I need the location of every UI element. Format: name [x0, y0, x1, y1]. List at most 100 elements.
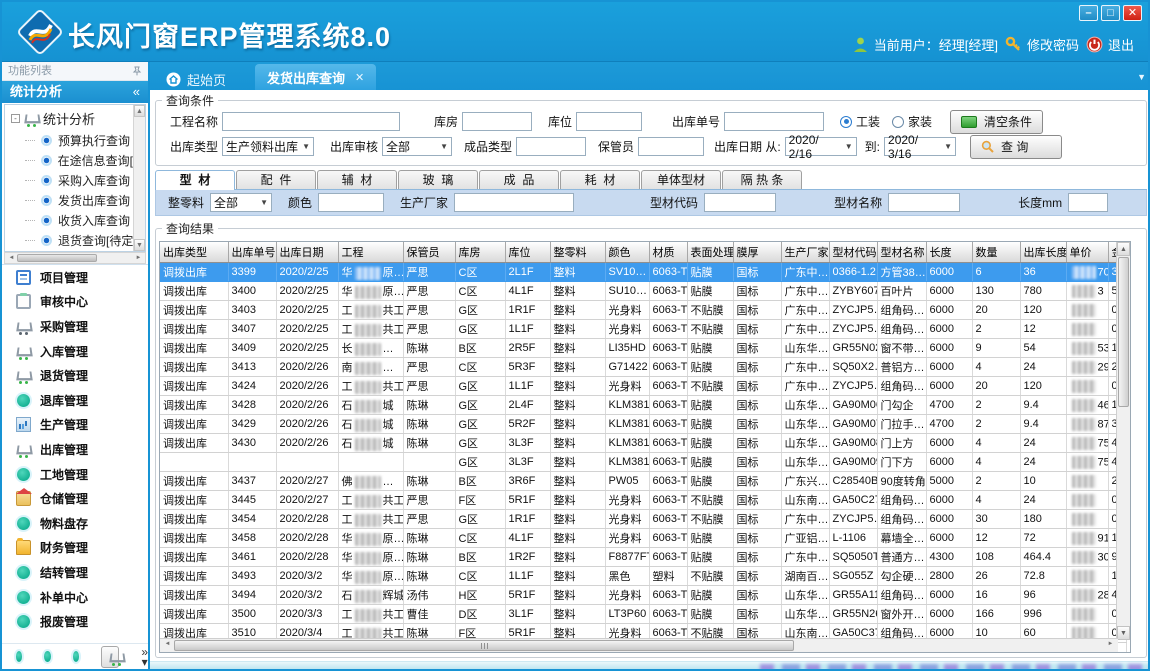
- sidebar-module-退库管理[interactable]: 退库管理: [2, 388, 148, 413]
- scroll-thumb[interactable]: [1118, 257, 1129, 407]
- column-header[interactable]: 出库单号: [228, 242, 276, 263]
- grid-vscrollbar[interactable]: ▲ ▼: [1116, 242, 1130, 640]
- radio-gongzhuang-label[interactable]: 工装: [856, 113, 880, 130]
- scroll-left-icon[interactable]: ◄: [6, 253, 17, 263]
- tree-vscrollbar[interactable]: ▲ ▼: [133, 105, 145, 251]
- close-button[interactable]: ✕: [1123, 5, 1142, 21]
- sidebar-module-物料盘存[interactable]: 物料盘存: [2, 511, 148, 536]
- column-header[interactable]: 膜厚: [733, 242, 781, 263]
- table-row[interactable]: 调拨出库34942020/3/2石辉城汤伟H区5R1F整料光身料6063-T5贴…: [160, 586, 1126, 605]
- material-tab[interactable]: 配 件: [236, 170, 316, 189]
- table-row[interactable]: 调拨出库34242020/2/26工共工程严思G区1L1F整料光身料6063-T…: [160, 377, 1126, 396]
- radio-gongzhuang[interactable]: [840, 116, 852, 128]
- keeper-input[interactable]: [638, 137, 704, 156]
- table-row[interactable]: 调拨出库34302020/2/26石城陈琳G区3L3F整料KLM38176063…: [160, 434, 1126, 453]
- table-row[interactable]: 调拨出库34372020/2/27佛…陈琳B区3R6F整料PW056063-T5…: [160, 472, 1126, 491]
- sidebar-module-审核中心[interactable]: 审核中心: [2, 290, 148, 315]
- logout-button[interactable]: 退出: [1086, 35, 1134, 54]
- tree-item[interactable]: 收货入库查询: [25, 210, 145, 230]
- table-row[interactable]: G区3L3F整料KLM38176063-T5贴膜国标山东华…GA90M09.门下…: [160, 453, 1126, 472]
- sidebar-module-采购管理[interactable]: 采购管理: [2, 314, 148, 339]
- scroll-right-icon[interactable]: ►: [133, 253, 144, 263]
- date-to-select[interactable]: 2020/ 3/16▼: [884, 137, 956, 156]
- material-tab[interactable]: 隔 热 条: [722, 170, 802, 189]
- tab-shipment-query[interactable]: 发货出库查询 ✕: [255, 64, 376, 90]
- column-header[interactable]: 库位: [505, 242, 550, 263]
- minimize-button[interactable]: –: [1079, 5, 1098, 21]
- table-row[interactable]: 调拨出库34612020/2/28华原…陈琳B区1R2F整料F8877FT606…: [160, 548, 1126, 567]
- scroll-down-icon[interactable]: ▼: [134, 239, 145, 251]
- radio-jiazhuang-label[interactable]: 家装: [908, 113, 932, 130]
- overflow-chevron[interactable]: »▾: [141, 647, 148, 667]
- tree-root[interactable]: - 统计分析: [5, 105, 145, 130]
- tree-expander-icon[interactable]: -: [11, 114, 20, 123]
- radio-jiazhuang[interactable]: [892, 116, 904, 128]
- change-password-button[interactable]: 修改密码: [1005, 35, 1079, 54]
- color-input[interactable]: [318, 193, 384, 212]
- column-header[interactable]: 型材代码: [829, 242, 877, 263]
- whole-select[interactable]: 全部▼: [210, 193, 272, 212]
- table-row[interactable]: 调拨出库34132020/2/26南…严思C区5R3F整料G714226063-…: [160, 358, 1126, 377]
- table-row[interactable]: 调拨出库34032020/2/25工共工程严思G区1R1F整料光身料6063-T…: [160, 301, 1126, 320]
- pin-icon[interactable]: [132, 66, 142, 76]
- table-row[interactable]: 调拨出库34452020/2/27工共工程严思F区5R1F整料光身料6063-T…: [160, 491, 1126, 510]
- table-row[interactable]: 调拨出库34932020/3/2华原…陈琳C区1L1F整料黑色塑料不贴膜国标湖南…: [160, 567, 1126, 586]
- tab-overflow-icon[interactable]: ▼: [1137, 72, 1146, 82]
- module-dot-icon[interactable]: [44, 651, 50, 662]
- column-header[interactable]: 生产厂家: [781, 242, 829, 263]
- table-row[interactable]: 调拨出库34542020/2/28工共工程严思G区1R1F整料光身料6063-T…: [160, 510, 1126, 529]
- table-row[interactable]: 调拨出库35002020/3/3工共工程曹佳D区3L1F整料LT3P606063…: [160, 605, 1126, 624]
- table-row[interactable]: 调拨出库33992020/2/25华原…严思C区2L1F整料SV10…6063-…: [160, 263, 1126, 282]
- module-dot-icon[interactable]: [73, 651, 79, 662]
- column-header[interactable]: 工程: [338, 242, 403, 263]
- table-row[interactable]: 调拨出库34002020/2/25华原…严思C区4L1F整料SU10…6063-…: [160, 282, 1126, 301]
- column-header[interactable]: 出库长度: [1020, 242, 1066, 263]
- name-input[interactable]: [888, 193, 960, 212]
- warehouse-input[interactable]: [462, 112, 532, 131]
- scroll-down-icon[interactable]: ▼: [1117, 626, 1130, 640]
- column-header[interactable]: 型材名称: [877, 242, 926, 263]
- date-from-select[interactable]: 2020/ 2/16▼: [785, 137, 857, 156]
- table-row[interactable]: 调拨出库34092020/2/25长…陈琳B区2R5F整料LI35HD6063-…: [160, 339, 1126, 358]
- search-button[interactable]: 查 询: [970, 135, 1062, 159]
- column-header[interactable]: 库房: [455, 242, 505, 263]
- location-input[interactable]: [576, 112, 642, 131]
- collapse-icon[interactable]: «: [133, 81, 140, 103]
- tree-hscrollbar[interactable]: ◄ ►: [4, 252, 146, 264]
- column-header[interactable]: 数量: [972, 242, 1020, 263]
- product-type-input[interactable]: [516, 137, 586, 156]
- sidebar-module-项目管理[interactable]: 项目管理: [2, 265, 148, 290]
- tab-home[interactable]: 起始页: [156, 67, 236, 92]
- scroll-thumb[interactable]: [174, 640, 794, 651]
- column-header[interactable]: 材质: [649, 242, 687, 263]
- sidebar-module-结转管理[interactable]: 结转管理: [2, 560, 148, 585]
- table-row[interactable]: 调拨出库34282020/2/26石城陈琳G区2L4F整料KLM38176063…: [160, 396, 1126, 415]
- code-input[interactable]: [704, 193, 776, 212]
- table-row[interactable]: 调拨出库34582020/2/28华原…陈琳C区4L1F整料光身料6063-T5…: [160, 529, 1126, 548]
- sidebar-module-财务管理[interactable]: 财务管理: [2, 536, 148, 561]
- scroll-right-icon[interactable]: ►: [1105, 639, 1116, 649]
- column-header[interactable]: 单价: [1066, 242, 1108, 263]
- sidebar-module-入库管理[interactable]: 入库管理: [2, 339, 148, 364]
- audit-select[interactable]: 全部▼: [382, 137, 452, 156]
- clear-conditions-button[interactable]: 清空条件: [950, 110, 1043, 134]
- column-header[interactable]: 出库类型: [160, 242, 228, 263]
- scroll-up-icon[interactable]: ▲: [1117, 242, 1130, 256]
- material-tab[interactable]: 辅 材: [317, 170, 397, 189]
- scroll-left-icon[interactable]: ◄: [162, 639, 173, 649]
- length-input[interactable]: [1068, 193, 1108, 212]
- sidebar-module-仓储管理[interactable]: 仓储管理: [2, 486, 148, 511]
- section-header-stats[interactable]: 统计分析 «: [2, 81, 148, 103]
- material-tab[interactable]: 耗 材: [560, 170, 640, 189]
- tree-item[interactable]: 在途信息查询[待: [25, 150, 145, 170]
- column-header[interactable]: 长度: [926, 242, 972, 263]
- tree-item[interactable]: 预算执行查询: [25, 130, 145, 150]
- tab-close-icon[interactable]: ✕: [355, 71, 364, 84]
- material-tab[interactable]: 单体型材: [641, 170, 721, 189]
- sidebar-module-补单中心[interactable]: 补单中心: [2, 585, 148, 610]
- material-tab[interactable]: 型 材: [155, 170, 235, 191]
- scroll-up-icon[interactable]: ▲: [134, 105, 145, 117]
- out-type-select[interactable]: 生产领料出库▼: [222, 137, 314, 156]
- column-header[interactable]: 整零料: [550, 242, 605, 263]
- sidebar-module-报废管理[interactable]: 报废管理: [2, 609, 148, 634]
